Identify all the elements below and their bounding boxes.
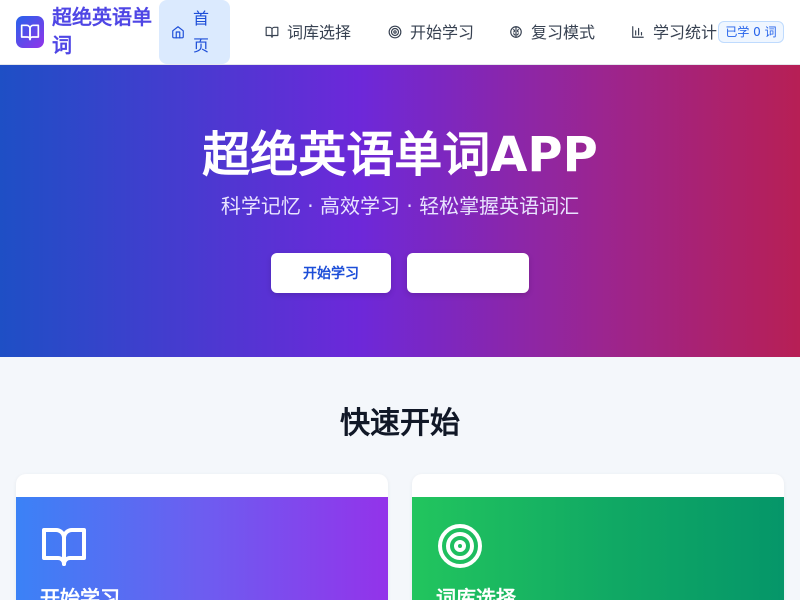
app-logo[interactable] <box>16 16 44 48</box>
start-learning-button[interactable]: 开始学习 <box>271 253 391 293</box>
nav-item-learn[interactable]: 开始学习 <box>388 0 478 64</box>
target-icon <box>438 524 482 568</box>
hero-banner: 超绝英语单词APP 科学记忆 · 高效学习 · 轻松掌握英语词汇 开始学习 <box>0 65 800 357</box>
top-navbar: 超绝英语单词 首页 词库选择 开始学习 复习模式 学习统计 已学 0 词 <box>0 0 800 65</box>
nav-item-label: 开始学习 <box>410 22 475 42</box>
hero-title: 超绝英语单词APP <box>202 127 598 183</box>
card-header: 词库选择 <box>412 497 784 600</box>
book-open-icon <box>42 528 86 566</box>
card-header: 开始学习 <box>16 497 388 600</box>
nav-item-label: 词库选择 <box>287 22 352 42</box>
nav-item-label: 学习统计 <box>653 22 718 42</box>
brain-icon <box>510 26 522 38</box>
quick-start-card-library[interactable]: 词库选择 <box>412 474 784 600</box>
app-brand-name[interactable]: 超绝英语单词 <box>52 3 156 59</box>
bar-chart-icon <box>632 26 644 38</box>
target-icon <box>388 25 402 39</box>
nav-item-label: 复习模式 <box>531 22 596 42</box>
quick-start-title: 快速开始 <box>340 406 460 441</box>
quick-start-card-learn[interactable]: 开始学习 <box>16 474 388 600</box>
nav-item-review[interactable]: 复习模式 <box>509 0 599 64</box>
learned-count-badge: 已学 0 词 <box>718 21 784 43</box>
card-title: 词库选择 <box>436 586 516 600</box>
book-open-icon <box>20 24 40 41</box>
secondary-hero-button[interactable] <box>407 253 529 293</box>
home-icon <box>172 26 184 39</box>
nav-item-home[interactable]: 首页 <box>159 0 230 64</box>
card-title: 开始学习 <box>40 586 120 600</box>
nav-item-stats[interactable]: 学习统计 <box>631 0 721 64</box>
hero-subtitle: 科学记忆 · 高效学习 · 轻松掌握英语词汇 <box>220 194 580 218</box>
nav-item-library[interactable]: 词库选择 <box>265 0 355 64</box>
nav-item-label: 首页 <box>193 9 210 55</box>
book-open-icon <box>265 26 279 38</box>
